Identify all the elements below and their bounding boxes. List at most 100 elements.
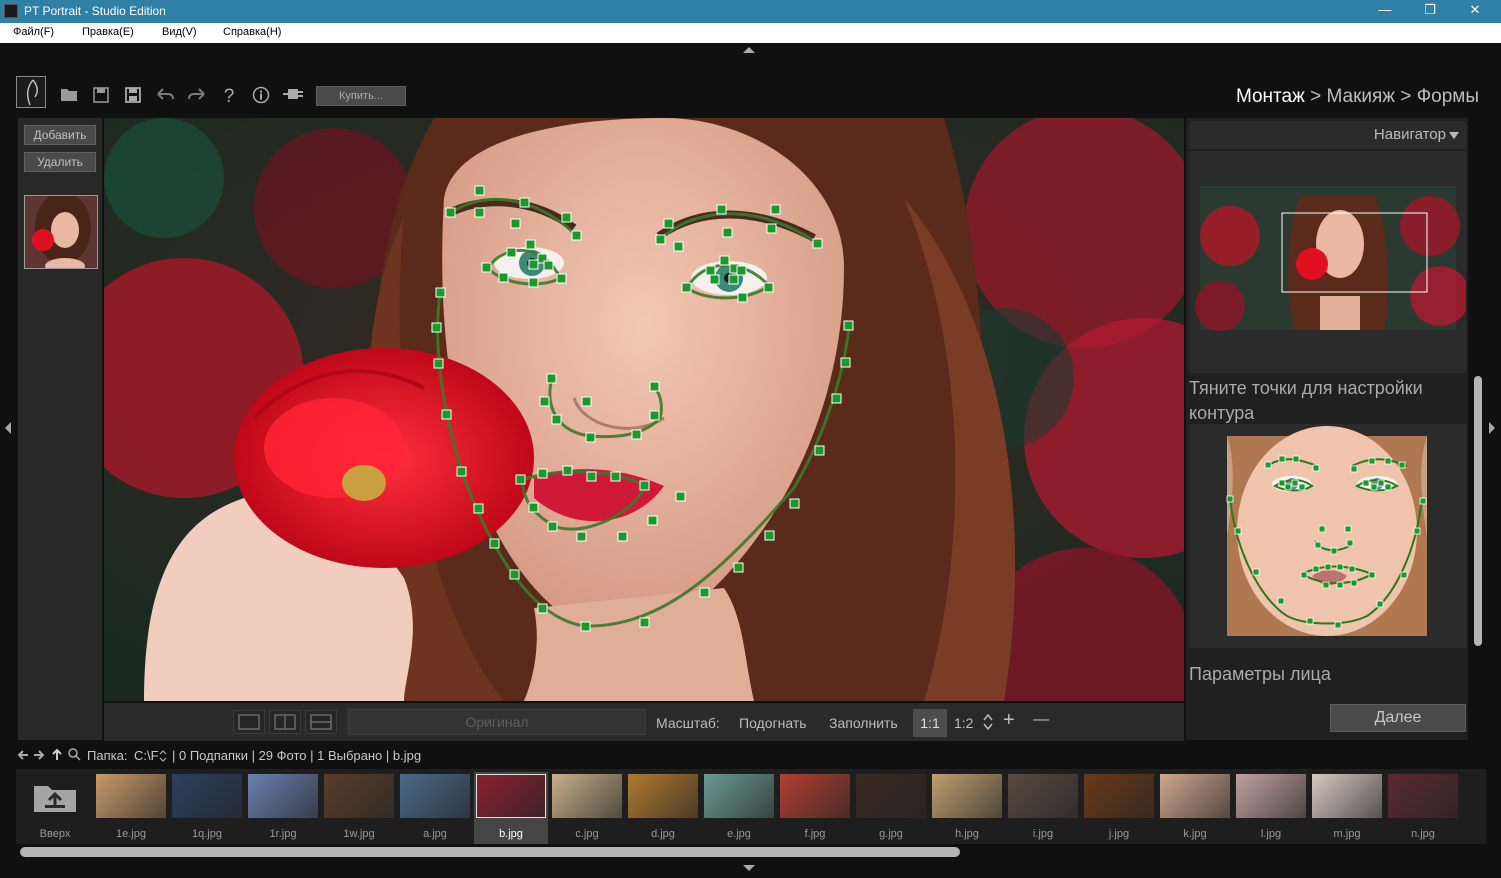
filmstrip-thumbnail[interactable]: 1r.jpg — [246, 772, 320, 844]
minimize-button[interactable]: — — [1370, 2, 1400, 20]
thumbnail-filename: m.jpg — [1333, 828, 1361, 840]
photo-thumbnail-image — [400, 774, 470, 818]
breadcrumb-montage[interactable]: Монтаж — [1236, 86, 1305, 107]
navigator-header[interactable]: Навигатор — [1189, 121, 1466, 149]
collapse-top-arrow-icon[interactable] — [743, 47, 755, 53]
filmstrip-thumbnail[interactable]: g.jpg — [854, 772, 928, 844]
save-icon[interactable] — [90, 86, 112, 108]
undo-icon[interactable] — [154, 86, 176, 108]
thumbnail-filename: g.jpg — [879, 828, 903, 840]
next-button[interactable]: Далее — [1330, 704, 1466, 732]
plugin-icon[interactable] — [282, 86, 304, 108]
thumbnail-filename: j.jpg — [1108, 828, 1130, 840]
zoom-spinner-icon[interactable] — [983, 712, 993, 732]
collapse-left-arrow-icon[interactable] — [5, 422, 11, 434]
filmstrip-thumbnail[interactable]: 1w.jpg — [322, 772, 396, 844]
navigator-preview[interactable] — [1189, 151, 1470, 373]
main-photo-canvas[interactable] — [104, 118, 1184, 701]
photo-thumbnail-image — [172, 774, 242, 818]
filmstrip-up-item[interactable]: Вверх — [18, 772, 92, 844]
path-bar: Папка: C:\F | 0 Подпапки | 29 Фото | 1 В… — [16, 747, 1486, 767]
zoom-1-1-button[interactable]: 1:1 — [913, 709, 947, 737]
filmstrip-thumbnail[interactable]: f.jpg — [778, 772, 852, 844]
thumbnail-filename: c.jpg — [575, 828, 599, 840]
original-button[interactable]: Оригинал — [348, 709, 646, 735]
app-icon — [4, 4, 18, 18]
photo-thumbnail-image — [704, 774, 774, 818]
drive-selector[interactable]: C:\F — [134, 748, 159, 763]
split-vertical-view-button[interactable] — [269, 710, 301, 734]
redo-icon[interactable] — [186, 86, 208, 108]
filmstrip-thumbnail[interactable]: d.jpg — [626, 772, 700, 844]
back-arrow-icon[interactable] — [16, 748, 30, 765]
thumbnail-filename: n.jpg — [1411, 828, 1435, 840]
single-view-button[interactable] — [233, 710, 265, 734]
menu-file[interactable]: Файл(F) — [13, 26, 54, 38]
filmstrip-thumbnail[interactable]: a.jpg — [398, 772, 472, 844]
contour-preview[interactable] — [1189, 424, 1466, 648]
forward-arrow-icon[interactable] — [32, 748, 46, 765]
thumbnail-filename: h.jpg — [955, 828, 979, 840]
window-title: PT Portrait - Studio Edition — [24, 4, 166, 18]
delete-button[interactable]: Удалить — [24, 152, 96, 172]
zoom-1-2-button[interactable]: 1:2 — [954, 715, 973, 731]
menu-view[interactable]: Вид(V) — [162, 26, 197, 38]
zoom-in-button[interactable]: + — [1003, 709, 1015, 732]
add-button[interactable]: Добавить — [24, 125, 96, 145]
breadcrumb: Монтаж > Макияж > Формы — [1236, 86, 1479, 108]
buy-button[interactable]: Купить... — [316, 86, 406, 106]
up-arrow-icon[interactable] — [50, 747, 64, 764]
filmstrip-thumbnail[interactable]: 1q.jpg — [170, 772, 244, 844]
search-icon[interactable] — [67, 747, 81, 764]
open-folder-icon[interactable] — [58, 86, 80, 108]
photo-thumbnail-image — [1008, 774, 1078, 818]
filmstrip-thumbnail[interactable]: e.jpg — [702, 772, 776, 844]
filmstrip-thumbnail[interactable]: h.jpg — [930, 772, 1004, 844]
split-horizontal-view-button[interactable] — [305, 710, 337, 734]
hint-text: Тяните точки для настройки контура — [1189, 378, 1423, 423]
photo-thumbnail-image — [1160, 774, 1230, 818]
zoom-out-button[interactable]: — — [1033, 711, 1049, 729]
up-label: Вверх — [39, 828, 71, 840]
menu-edit[interactable]: Правка(E) — [82, 26, 134, 38]
photo-thumbnail-image — [628, 774, 698, 818]
thumbnail-filename: 1e.jpg — [116, 828, 146, 840]
filmstrip-thumbnail[interactable]: m.jpg — [1310, 772, 1384, 844]
photo-thumbnail-image — [1312, 774, 1382, 818]
thumbnail-filename: 1r.jpg — [269, 828, 297, 840]
filmstrip-thumbnail[interactable]: l.jpg — [1234, 772, 1308, 844]
menu-help[interactable]: Справка(H) — [223, 26, 281, 38]
fill-button[interactable]: Заполнить — [829, 715, 898, 731]
close-button[interactable]: ✕ — [1460, 2, 1490, 20]
right-panel-scrollbar[interactable] — [1474, 376, 1482, 646]
thumbnail-filename: a.jpg — [423, 828, 447, 840]
fit-button[interactable]: Подогнать — [739, 715, 807, 731]
photo-thumbnail-image — [780, 774, 850, 818]
help-icon[interactable]: ? — [218, 86, 240, 108]
collapse-bottom-arrow-icon[interactable] — [743, 865, 755, 871]
title-bar: PT Portrait - Studio Edition — ❐ ✕ — [0, 0, 1501, 23]
filmstrip-scrollbar[interactable] — [20, 847, 960, 857]
info-icon[interactable] — [250, 86, 272, 108]
face-params-label[interactable]: Параметры лица — [1189, 664, 1331, 685]
thumbnail-filename: d.jpg — [651, 828, 675, 840]
maximize-button[interactable]: ❐ — [1415, 2, 1445, 20]
filmstrip-thumbnail[interactable]: b.jpg — [474, 772, 548, 844]
current-photo-thumbnail[interactable] — [24, 195, 98, 269]
breadcrumb-makeup[interactable]: Макияж — [1326, 86, 1395, 107]
dropdown-triangle-icon — [1449, 132, 1459, 139]
filmstrip-thumbnail[interactable]: 1e.jpg — [94, 772, 168, 844]
filmstrip-thumbnail[interactable]: c.jpg — [550, 772, 624, 844]
filmstrip-thumbnail[interactable]: i.jpg — [1006, 772, 1080, 844]
filmstrip-thumbnail[interactable]: j.jpg — [1082, 772, 1156, 844]
thumbnail-filename: b.jpg — [499, 828, 523, 840]
breadcrumb-separator: > — [1304, 86, 1327, 107]
thumbnail-filename: 1q.jpg — [192, 828, 222, 840]
thumbnail-filename: 1w.jpg — [343, 828, 375, 840]
filmstrip-thumbnail[interactable]: k.jpg — [1158, 772, 1232, 844]
filmstrip-thumbnail[interactable]: n.jpg — [1386, 772, 1460, 844]
drive-spinner-icon[interactable] — [159, 750, 167, 765]
collapse-right-arrow-icon[interactable] — [1489, 422, 1495, 434]
save-as-icon[interactable] — [122, 86, 144, 108]
breadcrumb-shapes[interactable]: Формы — [1417, 86, 1479, 107]
